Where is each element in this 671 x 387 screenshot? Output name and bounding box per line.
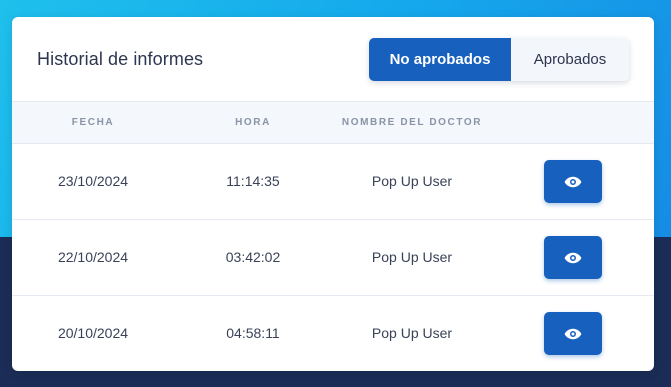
eye-icon: [564, 176, 582, 187]
table-body: 23/10/2024 11:14:35 Pop Up User 22/10/20…: [12, 144, 654, 371]
eye-icon: [564, 252, 582, 263]
tab-no-aprobados[interactable]: No aprobados: [369, 38, 511, 81]
cell-hora: 11:14:35: [226, 173, 280, 189]
view-report-button[interactable]: [544, 312, 602, 355]
table-header: FECHA HORA NOMBRE DEL DOCTOR: [12, 102, 654, 144]
tab-aprobados[interactable]: Aprobados: [511, 38, 629, 81]
cell-doctor: Pop Up User: [371, 249, 453, 265]
table-row: 20/10/2024 04:58:11 Pop Up User: [12, 296, 654, 371]
card-header: Historial de informes No aprobados Aprob…: [12, 17, 654, 102]
table-row: 23/10/2024 11:14:35 Pop Up User: [12, 144, 654, 220]
view-report-button[interactable]: [544, 236, 602, 279]
report-history-card: Historial de informes No aprobados Aprob…: [12, 17, 654, 371]
cell-fecha: 23/10/2024: [57, 173, 129, 189]
column-header-doctor: NOMBRE DEL DOCTOR: [341, 117, 483, 128]
cell-doctor: Pop Up User: [371, 173, 453, 189]
column-header-hora: HORA: [235, 117, 271, 128]
cell-hora: 04:58:11: [226, 325, 280, 341]
eye-icon: [564, 328, 582, 339]
table-row: 22/10/2024 03:42:02 Pop Up User: [12, 220, 654, 296]
cell-fecha: 22/10/2024: [57, 249, 129, 265]
card-title: Historial de informes: [37, 49, 204, 69]
approval-toggle: No aprobados Aprobados: [369, 38, 629, 81]
column-header-fecha: FECHA: [71, 117, 115, 128]
cell-fecha: 20/10/2024: [57, 325, 129, 341]
view-report-button[interactable]: [544, 160, 602, 203]
cell-doctor: Pop Up User: [371, 325, 453, 341]
cell-hora: 03:42:02: [225, 249, 281, 265]
